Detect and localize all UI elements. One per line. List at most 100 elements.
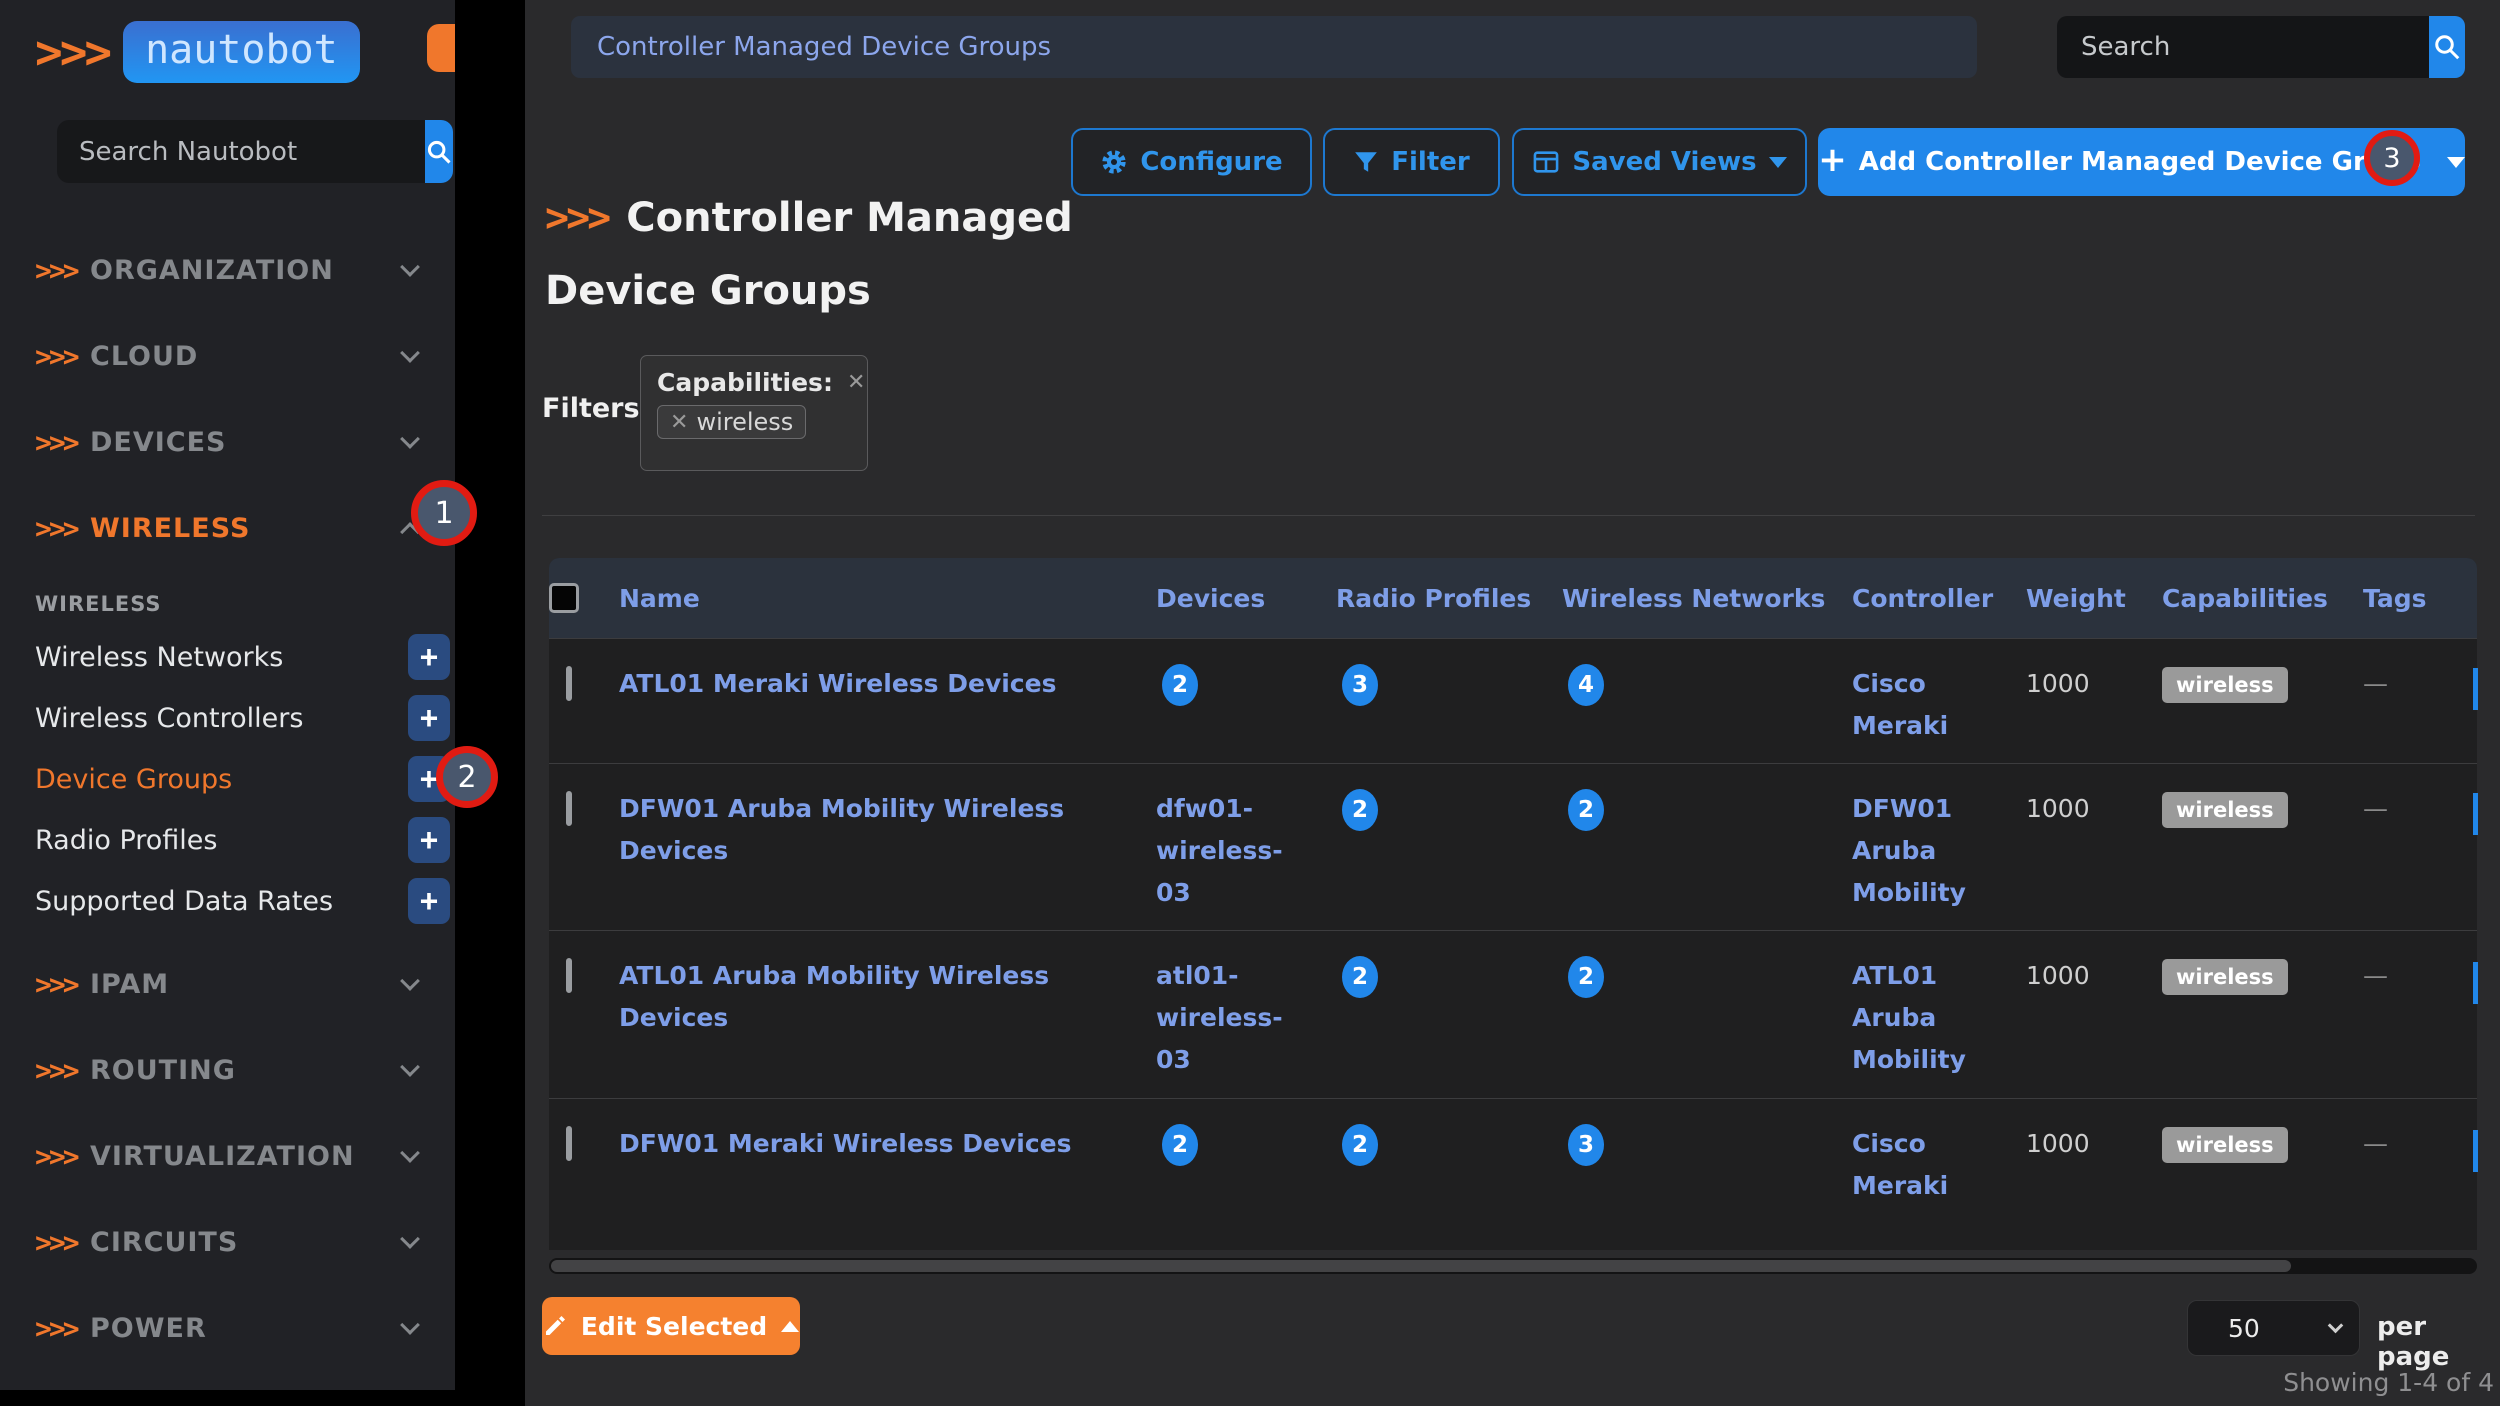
sidebar-item-wireless[interactable]: >>> WIRELESS xyxy=(0,500,455,556)
clipped-action-button xyxy=(2473,962,2478,1004)
device-group-link[interactable]: ATL01 Meraki Wireless Devices xyxy=(619,669,1056,698)
controller-link[interactable]: DFW01 Aruba Mobility xyxy=(1852,788,1962,914)
sub-item-label[interactable]: Supported Data Rates xyxy=(35,886,408,917)
sidebar-item-power[interactable]: >>> POWER xyxy=(0,1300,455,1356)
nav-chevrons-icon: >>> xyxy=(35,1054,90,1087)
per-page-select[interactable]: 50 xyxy=(2187,1300,2360,1356)
tags-empty: — xyxy=(2363,961,2388,990)
controller-link[interactable]: ATL01 Aruba Mobility xyxy=(1852,955,1962,1081)
device-group-link[interactable]: DFW01 Meraki Wireless Devices xyxy=(619,1129,1071,1158)
wireless-networks-count-badge[interactable]: 2 xyxy=(1568,789,1604,831)
radio-profiles-count-badge[interactable]: 2 xyxy=(1342,1124,1378,1166)
column-header-name[interactable]: Name xyxy=(619,584,1156,613)
sidebar-item-routing[interactable]: >>> ROUTING xyxy=(0,1042,455,1098)
sub-item-label[interactable]: Wireless Networks xyxy=(35,642,408,673)
add-wireless-controller-button[interactable]: + xyxy=(408,695,450,741)
controller-link[interactable]: Cisco Meraki xyxy=(1852,669,1948,740)
clipped-action-button xyxy=(2473,793,2478,835)
breadcrumb-link[interactable]: Controller Managed Device Groups xyxy=(597,32,1051,62)
table-row: ATL01 Aruba Mobility Wireless Devices at… xyxy=(549,930,2477,1098)
column-header-tags[interactable]: Tags xyxy=(2363,584,2477,613)
nav-chevrons-icon: >>> xyxy=(35,340,90,373)
sub-item-label[interactable]: Radio Profiles xyxy=(35,825,408,856)
sidebar-item-virtualization[interactable]: >>> VIRTUALIZATION xyxy=(0,1128,455,1184)
filter-button[interactable]: Filter xyxy=(1323,128,1500,196)
chevron-down-icon xyxy=(1769,157,1787,168)
row-checkbox[interactable] xyxy=(566,958,572,993)
column-header-capabilities[interactable]: Capabilities xyxy=(2162,584,2363,613)
sidebar-item-devices[interactable]: >>> DEVICES xyxy=(0,414,455,470)
remove-value-icon[interactable]: ✕ xyxy=(670,410,688,435)
sidebar-toggle-button[interactable] xyxy=(427,24,455,72)
column-header-controller[interactable]: Controller xyxy=(1852,584,2026,613)
row-checkbox[interactable] xyxy=(566,791,572,826)
row-checkbox[interactable] xyxy=(566,666,572,701)
plus-icon: + xyxy=(1818,140,1847,180)
nav-chevrons-icon: >>> xyxy=(35,1140,90,1173)
horizontal-scrollbar[interactable] xyxy=(549,1258,2477,1274)
device-link[interactable]: atl01-wireless-03 xyxy=(1156,955,1286,1081)
logo[interactable]: >>> nautobot xyxy=(35,22,360,82)
sidebar-item-ipam[interactable]: >>> IPAM xyxy=(0,956,455,1012)
chevron-down-icon[interactable] xyxy=(2447,157,2465,168)
sidebar-item-label: WIRELESS xyxy=(90,513,403,544)
filter-value-text: wireless xyxy=(696,408,793,436)
sidebar-item-radio-profiles: Radio Profiles + xyxy=(0,815,455,865)
column-header-wireless-networks[interactable]: Wireless Networks xyxy=(1562,584,1852,613)
capability-badge: wireless xyxy=(2162,792,2288,828)
row-checkbox[interactable] xyxy=(566,1126,572,1161)
sidebar-search-button[interactable] xyxy=(425,120,453,183)
radio-profiles-count-badge[interactable]: 3 xyxy=(1342,664,1378,706)
sidebar-item-label: CIRCUITS xyxy=(90,1227,403,1258)
device-link[interactable]: dfw01-wireless-03 xyxy=(1156,788,1286,914)
sidebar-search-input[interactable] xyxy=(57,120,425,183)
global-search xyxy=(2057,16,2465,78)
saved-views-button[interactable]: Saved Views xyxy=(1512,128,1807,196)
column-header-radio-profiles[interactable]: Radio Profiles xyxy=(1336,584,1562,613)
add-wireless-network-button[interactable]: + xyxy=(408,634,450,680)
global-search-input[interactable] xyxy=(2057,16,2429,78)
add-button-label: Add Controller Managed Device Group xyxy=(1859,147,2421,177)
wireless-networks-count-badge[interactable]: 4 xyxy=(1568,664,1604,706)
wireless-networks-count-badge[interactable]: 3 xyxy=(1568,1124,1604,1166)
chevron-down-icon xyxy=(400,1143,420,1163)
breadcrumb: Controller Managed Device Groups xyxy=(571,16,1977,78)
sidebar-item-circuits[interactable]: >>> CIRCUITS xyxy=(0,1214,455,1270)
radio-profiles-count-badge[interactable]: 2 xyxy=(1342,789,1378,831)
chevron-down-icon xyxy=(400,1315,420,1335)
sidebar-item-cloud[interactable]: >>> CLOUD xyxy=(0,328,455,384)
wireless-networks-count-badge[interactable]: 2 xyxy=(1568,956,1604,998)
device-group-link[interactable]: DFW01 Aruba Mobility Wireless Devices xyxy=(619,794,1064,865)
add-radio-profile-button[interactable]: + xyxy=(408,817,450,863)
sidebar-item-wireless-controllers: Wireless Controllers + xyxy=(0,693,455,743)
main-content: Controller Managed Device Groups Configu… xyxy=(525,0,2500,1406)
devices-count-badge[interactable]: 2 xyxy=(1162,1124,1198,1166)
sub-item-label[interactable]: Wireless Controllers xyxy=(35,703,408,734)
tags-empty: — xyxy=(2363,669,2388,698)
weight-value: 1000 xyxy=(2026,931,2162,1098)
table-row: ATL01 Meraki Wireless Devices 2 3 4 Cisc… xyxy=(549,638,2477,763)
remove-filter-icon[interactable]: ✕ xyxy=(847,370,865,395)
sidebar-item-organization[interactable]: >>> ORGANIZATION xyxy=(0,242,455,298)
chevron-down-icon xyxy=(2328,1318,2344,1334)
table-icon xyxy=(1532,148,1560,176)
device-group-link[interactable]: ATL01 Aruba Mobility Wireless Devices xyxy=(619,961,1049,1032)
logo-text: nautobot xyxy=(145,27,338,73)
add-supported-data-rate-button[interactable]: + xyxy=(408,878,450,924)
nav-chevrons-icon: >>> xyxy=(35,1312,90,1345)
scrollbar-thumb[interactable] xyxy=(551,1260,2291,1272)
global-search-button[interactable] xyxy=(2429,16,2465,78)
edit-selected-button[interactable]: Edit Selected xyxy=(542,1297,800,1355)
nautobot-logo[interactable]: nautobot xyxy=(123,21,360,83)
controller-link[interactable]: Cisco Meraki xyxy=(1852,1129,1948,1200)
sidebar-item-label: POWER xyxy=(90,1313,403,1344)
devices-count-badge[interactable]: 2 xyxy=(1162,664,1198,706)
column-header-devices[interactable]: Devices xyxy=(1156,584,1336,613)
column-header-weight[interactable]: Weight xyxy=(2026,584,2162,613)
page-title: >>>Controller Managed Device Groups xyxy=(545,182,1165,328)
radio-profiles-count-badge[interactable]: 2 xyxy=(1342,956,1378,998)
table-row: DFW01 Meraki Wireless Devices 2 2 3 Cisc… xyxy=(549,1098,2477,1250)
sub-item-label[interactable]: Device Groups xyxy=(35,764,408,795)
chevron-down-icon xyxy=(400,1057,420,1077)
select-all-checkbox[interactable] xyxy=(549,583,579,613)
